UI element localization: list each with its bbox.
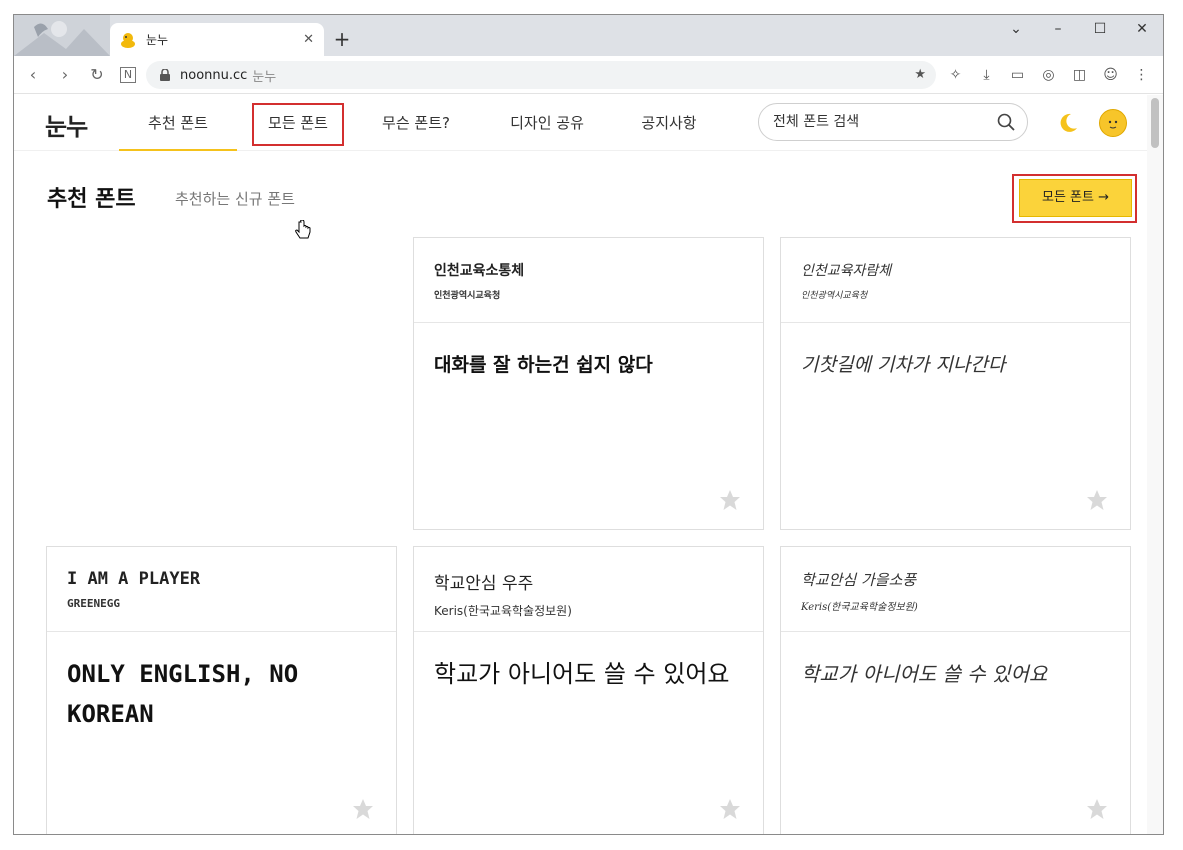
font-card[interactable]: 학교안심 우주 Keris(한국교육학술정보원) 학교가 아니어도 쓸 수 있어…: [413, 546, 764, 834]
font-author[interactable]: Keris(한국교육학술정보원): [801, 598, 1110, 613]
font-card-header: 학교안심 가을소풍 Keris(한국교육학술정보원): [781, 547, 1130, 632]
notion-extension-icon[interactable]: N: [120, 66, 136, 83]
font-sample: 학교가 아니어도 쓸 수 있어요: [434, 660, 730, 688]
reload-icon[interactable]: ↻: [84, 65, 110, 84]
tab-strip: 눈누 ✕ + ⌄ – ☐ ✕: [14, 15, 1163, 56]
close-icon[interactable]: ✕: [303, 32, 314, 47]
profile-icon[interactable]: ☺: [1095, 64, 1126, 86]
site-header: 눈누 추천 폰트 모든 폰트 무슨 폰트? 디자인 공유 공지사항 전체 폰트 …: [14, 95, 1148, 151]
window-controls: ⌄ – ☐ ✕: [995, 15, 1163, 45]
page-content: 눈누 추천 폰트 모든 폰트 무슨 폰트? 디자인 공유 공지사항 전체 폰트 …: [14, 95, 1148, 834]
duck-favicon-icon: [121, 32, 135, 48]
font-author[interactable]: 인천광역시교육청: [801, 288, 1110, 301]
nav-recommended-fonts[interactable]: 추천 폰트: [119, 95, 237, 151]
highlight-box: [1012, 174, 1137, 223]
avatar[interactable]: [1099, 109, 1127, 137]
download-icon[interactable]: ⤓: [971, 64, 1002, 86]
font-card[interactable]: 인천교육소통체 인천광역시교육청 대화를 잘 하는건 쉽지 않다: [413, 237, 764, 530]
close-window-icon[interactable]: ✕: [1121, 15, 1163, 45]
site-logo[interactable]: 눈누: [45, 107, 88, 142]
scrollbar-thumb[interactable]: [1151, 98, 1159, 148]
section-subtitle: 추천하는 신규 폰트: [175, 190, 295, 208]
font-sample: ONLY ENGLISH, NO KOREAN: [67, 660, 299, 728]
font-card-header: 인천교육소통체 인천광역시교육청: [414, 238, 763, 323]
browser-window: 눈누 ✕ + ⌄ – ☐ ✕ ‹ › ↻ N noonnu.cc 눈누 ★ ✧ …: [13, 14, 1164, 835]
tab-search-icon[interactable]: ⌄: [995, 15, 1037, 45]
lock-icon: [160, 69, 170, 81]
font-name[interactable]: 학교안심 가을소풍: [801, 569, 1110, 590]
url-title: 눈누: [252, 69, 277, 85]
font-card-header: I AM A PLAYER GREENEGG: [47, 547, 396, 632]
font-name[interactable]: 인천교육자람체: [801, 260, 1110, 280]
nav-what-font[interactable]: 무슨 폰트?: [366, 95, 466, 151]
font-author[interactable]: Keris(한국교육학술정보원): [434, 602, 743, 619]
search-placeholder: 전체 폰트 검색: [773, 114, 860, 130]
font-card-header: 학교안심 우주 Keris(한국교육학술정보원): [414, 547, 763, 632]
tab-title: 눈누: [146, 33, 169, 47]
highlight-box: [252, 103, 344, 146]
font-name[interactable]: 인천교육소통체: [434, 260, 743, 280]
font-author[interactable]: GREENEGG: [67, 597, 376, 610]
star-icon[interactable]: [1086, 489, 1108, 511]
font-card[interactable]: I AM A PLAYER GREENEGG ONLY ENGLISH, NO …: [46, 546, 397, 834]
extension-toolbar: ✧ ⤓ ▭ ◎ ◫ ☺ ⋮: [940, 64, 1157, 86]
face-icon: [1108, 120, 1118, 129]
hand-cursor-icon: [295, 220, 311, 239]
browser-tab[interactable]: 눈누 ✕: [110, 23, 324, 56]
section-title: 추천 폰트: [47, 187, 136, 212]
font-sample: 학교가 아니어도 쓸 수 있어요: [801, 662, 1048, 686]
menu-icon[interactable]: ⋮: [1126, 64, 1157, 86]
side-panel-icon[interactable]: ◫: [1064, 64, 1095, 86]
capture-icon[interactable]: ▭: [1002, 64, 1033, 86]
back-icon[interactable]: ‹: [20, 65, 46, 84]
star-icon[interactable]: [1086, 798, 1108, 820]
star-icon[interactable]: [719, 489, 741, 511]
search-icon[interactable]: [997, 113, 1015, 131]
maximize-icon[interactable]: ☐: [1079, 15, 1121, 45]
forward-icon[interactable]: ›: [52, 65, 78, 84]
font-sample: 기찻길에 기차가 지나간다: [801, 354, 1006, 376]
font-sample: 대화를 잘 하는건 쉽지 않다: [434, 354, 653, 376]
new-tab-button[interactable]: +: [332, 28, 352, 50]
font-card[interactable]: 인천교육자람체 인천광역시교육청 기찻길에 기차가 지나간다: [780, 237, 1131, 530]
browser-toolbar: ‹ › ↻ N noonnu.cc 눈누 ★ ✧ ⤓ ▭ ◎ ◫ ☺ ⋮: [14, 56, 1163, 94]
url-host: noonnu.cc: [180, 67, 248, 83]
theme-decoration-icon: [14, 15, 110, 56]
minimize-icon[interactable]: –: [1037, 15, 1079, 45]
font-card[interactable]: 학교안심 가을소풍 Keris(한국교육학술정보원) 학교가 아니어도 쓸 수 …: [780, 546, 1131, 834]
moon-icon[interactable]: [1057, 112, 1079, 134]
font-author[interactable]: 인천광역시교육청: [434, 288, 743, 301]
address-bar[interactable]: noonnu.cc 눈누 ★: [146, 61, 936, 89]
font-name[interactable]: I AM A PLAYER: [67, 569, 376, 589]
bookmark-star-icon[interactable]: ★: [914, 67, 926, 82]
star-icon[interactable]: [719, 798, 741, 820]
star-icon[interactable]: [352, 798, 374, 820]
search-input[interactable]: 전체 폰트 검색: [758, 103, 1028, 141]
font-card-header: 인천교육자람체 인천광역시교육청: [781, 238, 1130, 323]
nav-notices[interactable]: 공지사항: [626, 95, 712, 151]
nav-design-share[interactable]: 디자인 공유: [492, 95, 602, 151]
page-scrollbar[interactable]: [1147, 95, 1163, 834]
font-name[interactable]: 학교안심 우주: [434, 569, 743, 594]
screenshot-icon[interactable]: ◎: [1033, 64, 1064, 86]
extensions-icon[interactable]: ✧: [940, 64, 971, 86]
